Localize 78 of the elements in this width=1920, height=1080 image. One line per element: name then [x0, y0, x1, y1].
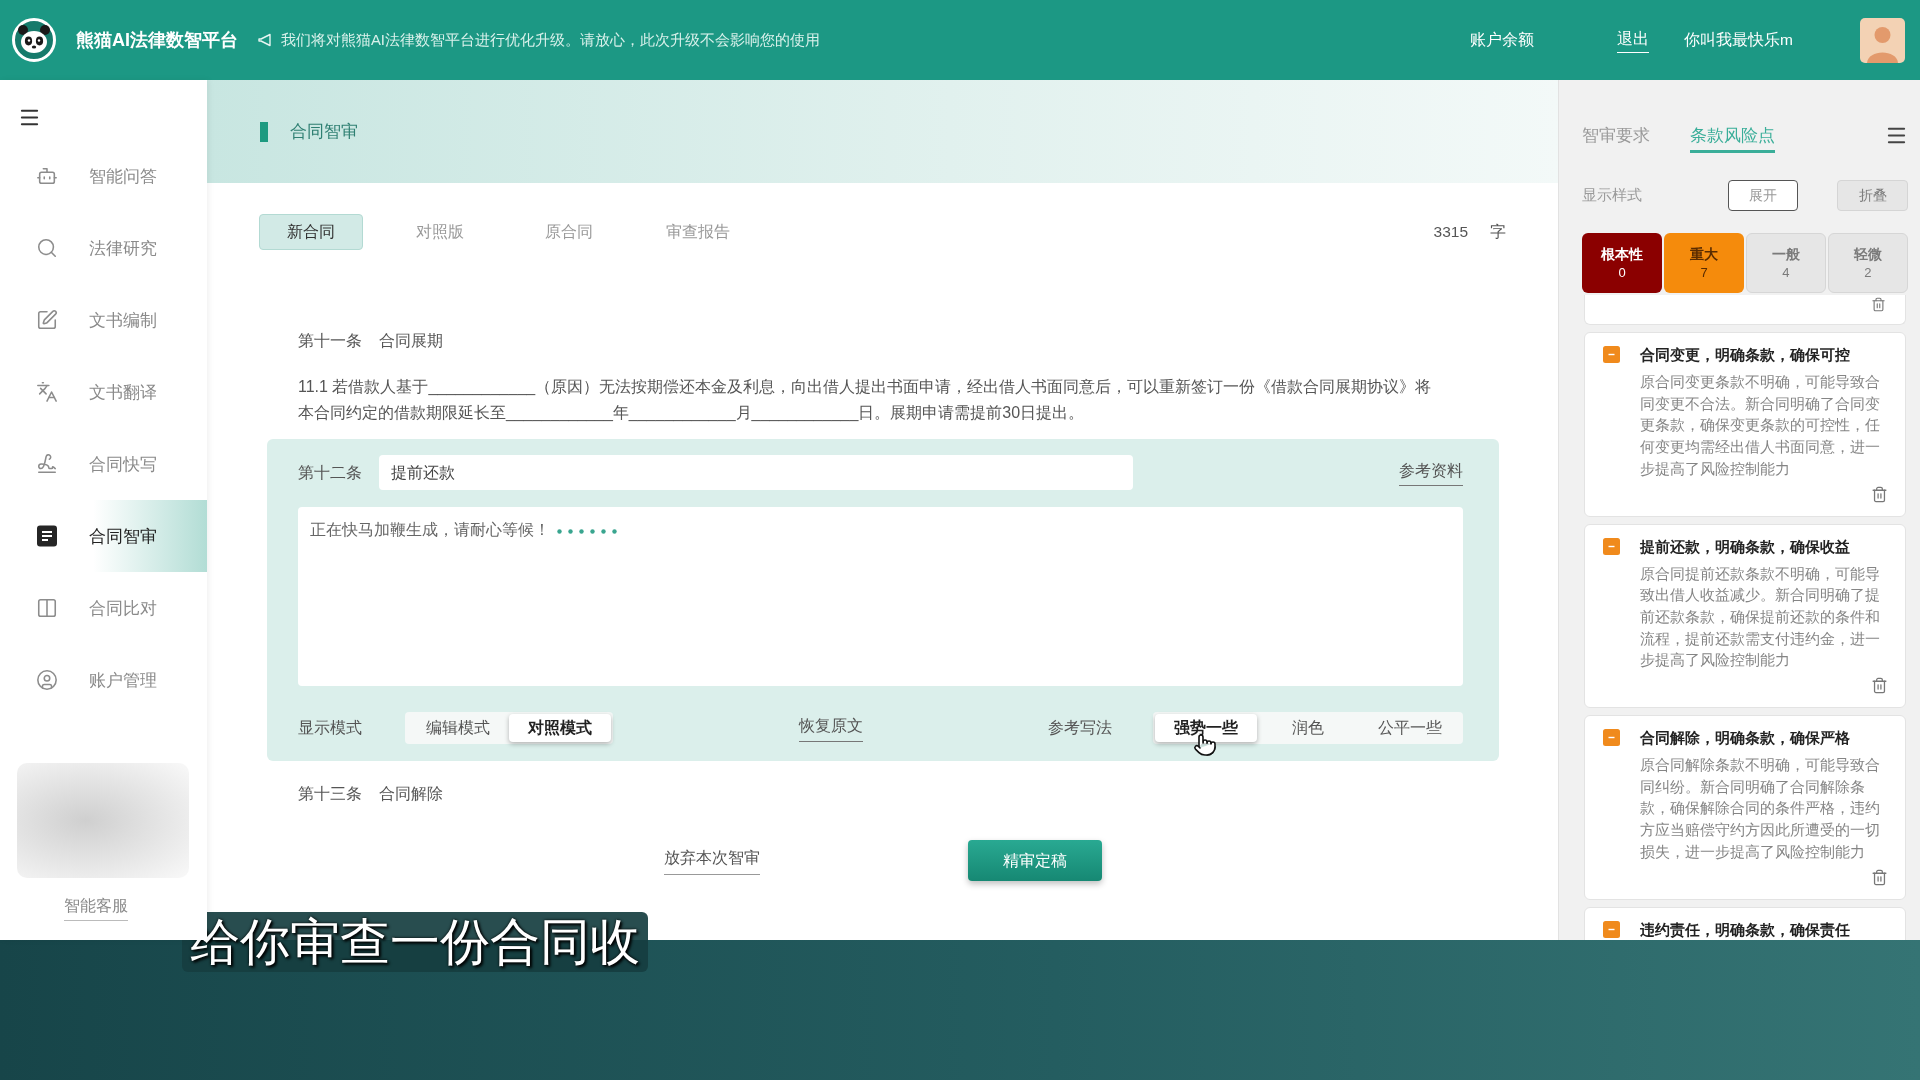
sidebar-item[interactable]: 法律研究 — [0, 212, 207, 284]
loading-dots-icon — [557, 529, 617, 534]
risk-title: 合同解除，明确条款，确保严格 — [1640, 729, 1851, 749]
sidebar-item[interactable]: 合同智审 — [0, 500, 207, 572]
trash-icon[interactable] — [1871, 868, 1888, 886]
sidebar-item[interactable]: 智能问答 — [0, 140, 207, 212]
trash-icon[interactable] — [1871, 677, 1888, 695]
bar-marker-icon — [260, 121, 268, 142]
writing-style-option[interactable]: 润色 — [1257, 714, 1359, 742]
risk-description: 原合同变更条款不明确，可能导致合同变更不合法。新合同明确了合同变更条款，确保变更条款的可控性，任何变更均需经出借人书面同意，进一步提高了风险控制能力 — [1640, 373, 1881, 479]
search-icon — [36, 237, 58, 259]
generating-status-text: 正在快马加鞭生成，请耐心等候！ — [310, 520, 550, 540]
document-tab[interactable]: 新合同 — [259, 214, 363, 250]
sidebar-item[interactable]: 合同快写 — [0, 428, 207, 500]
avatar-icon[interactable] — [1860, 17, 1905, 63]
sidebar-item[interactable]: 文书翻译 — [0, 356, 207, 428]
columns-icon — [36, 597, 58, 619]
clause-paragraph: 11.1 若借款人基于____________（原因）无法按期偿还本金及利息，向出借人提出书面申请，经出借人书面同意后，可以重新签订一份《借款合同展期协议》将本合同约定的借款期限延长至____________年____________月____________日。展期申请需提前30日提出。 — [298, 377, 1433, 424]
speaker-icon — [258, 33, 272, 47]
risk-title: 合同变更，明确条款，确保可控 — [1640, 346, 1851, 365]
word-count: 3315 — [1433, 222, 1468, 243]
document-tab[interactable]: 原合同 — [517, 214, 621, 250]
user-circle-icon — [36, 669, 58, 691]
sidebar-item[interactable]: 合同比对 — [0, 572, 207, 644]
risk-description: 原合同提前还款条款不明确，可能导致出借人收益减少。新合同明确了提前还款条款，确保提前还款的条件和流程，提前还款需支付违约金，进一步提高了风险控制能力 — [1640, 564, 1881, 671]
clause-text-field[interactable]: 正在快马加鞭生成，请耐心等候！ — [298, 507, 1463, 686]
clause-title: 合同展期 — [379, 331, 443, 351]
sidebar-item[interactable]: 账户管理 — [0, 644, 207, 716]
risk-title: 违约责任，明确条款，确保责任 — [1640, 920, 1851, 940]
signature-icon — [36, 453, 58, 475]
display-mode-label: 显示模式 — [298, 718, 362, 738]
panel-tab[interactable]: 智审要求 — [1582, 123, 1650, 153]
minus-square-icon[interactable] — [1603, 920, 1620, 938]
severity-filter[interactable]: 根本性 0 — [1582, 233, 1663, 293]
minus-square-icon[interactable] — [1603, 729, 1620, 747]
minus-square-icon[interactable] — [1603, 537, 1620, 555]
display-mode-option[interactable]: 对照模式 — [509, 714, 611, 742]
abandon-review-link[interactable]: 放弃本次智审 — [663, 846, 760, 875]
writing-style-option[interactable]: 公平一些 — [1359, 714, 1461, 742]
edit-icon — [36, 309, 58, 331]
risk-title: 提前还款，明确条款，确保收益 — [1640, 537, 1851, 557]
document-tab[interactable]: 审查报告 — [646, 214, 750, 250]
expand-button[interactable]: 展开 — [1728, 180, 1798, 211]
finalize-button[interactable]: 精审定稿 — [967, 840, 1102, 881]
writing-style-label: 参考写法 — [1048, 718, 1112, 738]
panel-tab[interactable]: 条款风险点 — [1690, 123, 1775, 153]
minus-square-icon[interactable] — [1603, 346, 1620, 363]
support-link[interactable]: 智能客服 — [63, 894, 128, 922]
sidebar-item[interactable]: 文书编制 — [0, 284, 207, 356]
page-title: 合同智审 — [290, 121, 358, 143]
display-mode-option[interactable]: 编辑模式 — [407, 714, 509, 742]
translate-icon — [36, 381, 58, 403]
collapse-button[interactable]: 折叠 — [1837, 180, 1908, 211]
clause-title: 合同解除 — [379, 784, 443, 804]
document-tab[interactable]: 对照版 — [388, 214, 492, 250]
trash-icon[interactable] — [1871, 485, 1888, 503]
clause-number: 第十一条 — [298, 331, 362, 351]
risk-description: 原合同解除条款不明确，可能导致合同纠纷。新合同明确了合同解除条款，确保解除合同的条件严格，违约方应当赔偿守约方因此所遭受的一切损失，进一步提高了风险控制能力 — [1640, 756, 1881, 862]
clause-title-field[interactable]: 提前还款 — [379, 455, 1133, 490]
app-title: 熊猫AI法律数智平台 — [76, 28, 238, 52]
robot-icon — [36, 165, 58, 187]
severity-filter[interactable]: 重大 7 — [1663, 233, 1745, 293]
restore-original-link[interactable]: 恢复原文 — [798, 714, 863, 742]
document-icon — [36, 525, 58, 547]
logout-link[interactable]: 退出 — [1617, 26, 1650, 54]
severity-filter[interactable]: 轻微 2 — [1827, 233, 1908, 293]
word-count-unit: 字 — [1490, 222, 1506, 243]
trash-icon[interactable] — [1871, 297, 1886, 312]
clause-number: 第十二条 — [298, 462, 362, 483]
announcement-text: 我们将对熊猫AI法律数智平台进行优化升级。请放心，此次升级不会影响您的使用 — [281, 30, 820, 50]
display-style-label: 显示样式 — [1582, 185, 1642, 205]
clause-number: 第十三条 — [298, 784, 362, 804]
writing-style-option[interactable]: 强势一些 — [1155, 714, 1257, 742]
reference-link[interactable]: 参考资料 — [1399, 458, 1463, 487]
severity-filter[interactable]: 一般 4 — [1745, 233, 1827, 293]
panda-logo-icon — [12, 18, 56, 62]
balance-link[interactable]: 账户余额 — [1470, 28, 1535, 52]
user-name: 你叫我最快乐m — [1684, 30, 1793, 51]
